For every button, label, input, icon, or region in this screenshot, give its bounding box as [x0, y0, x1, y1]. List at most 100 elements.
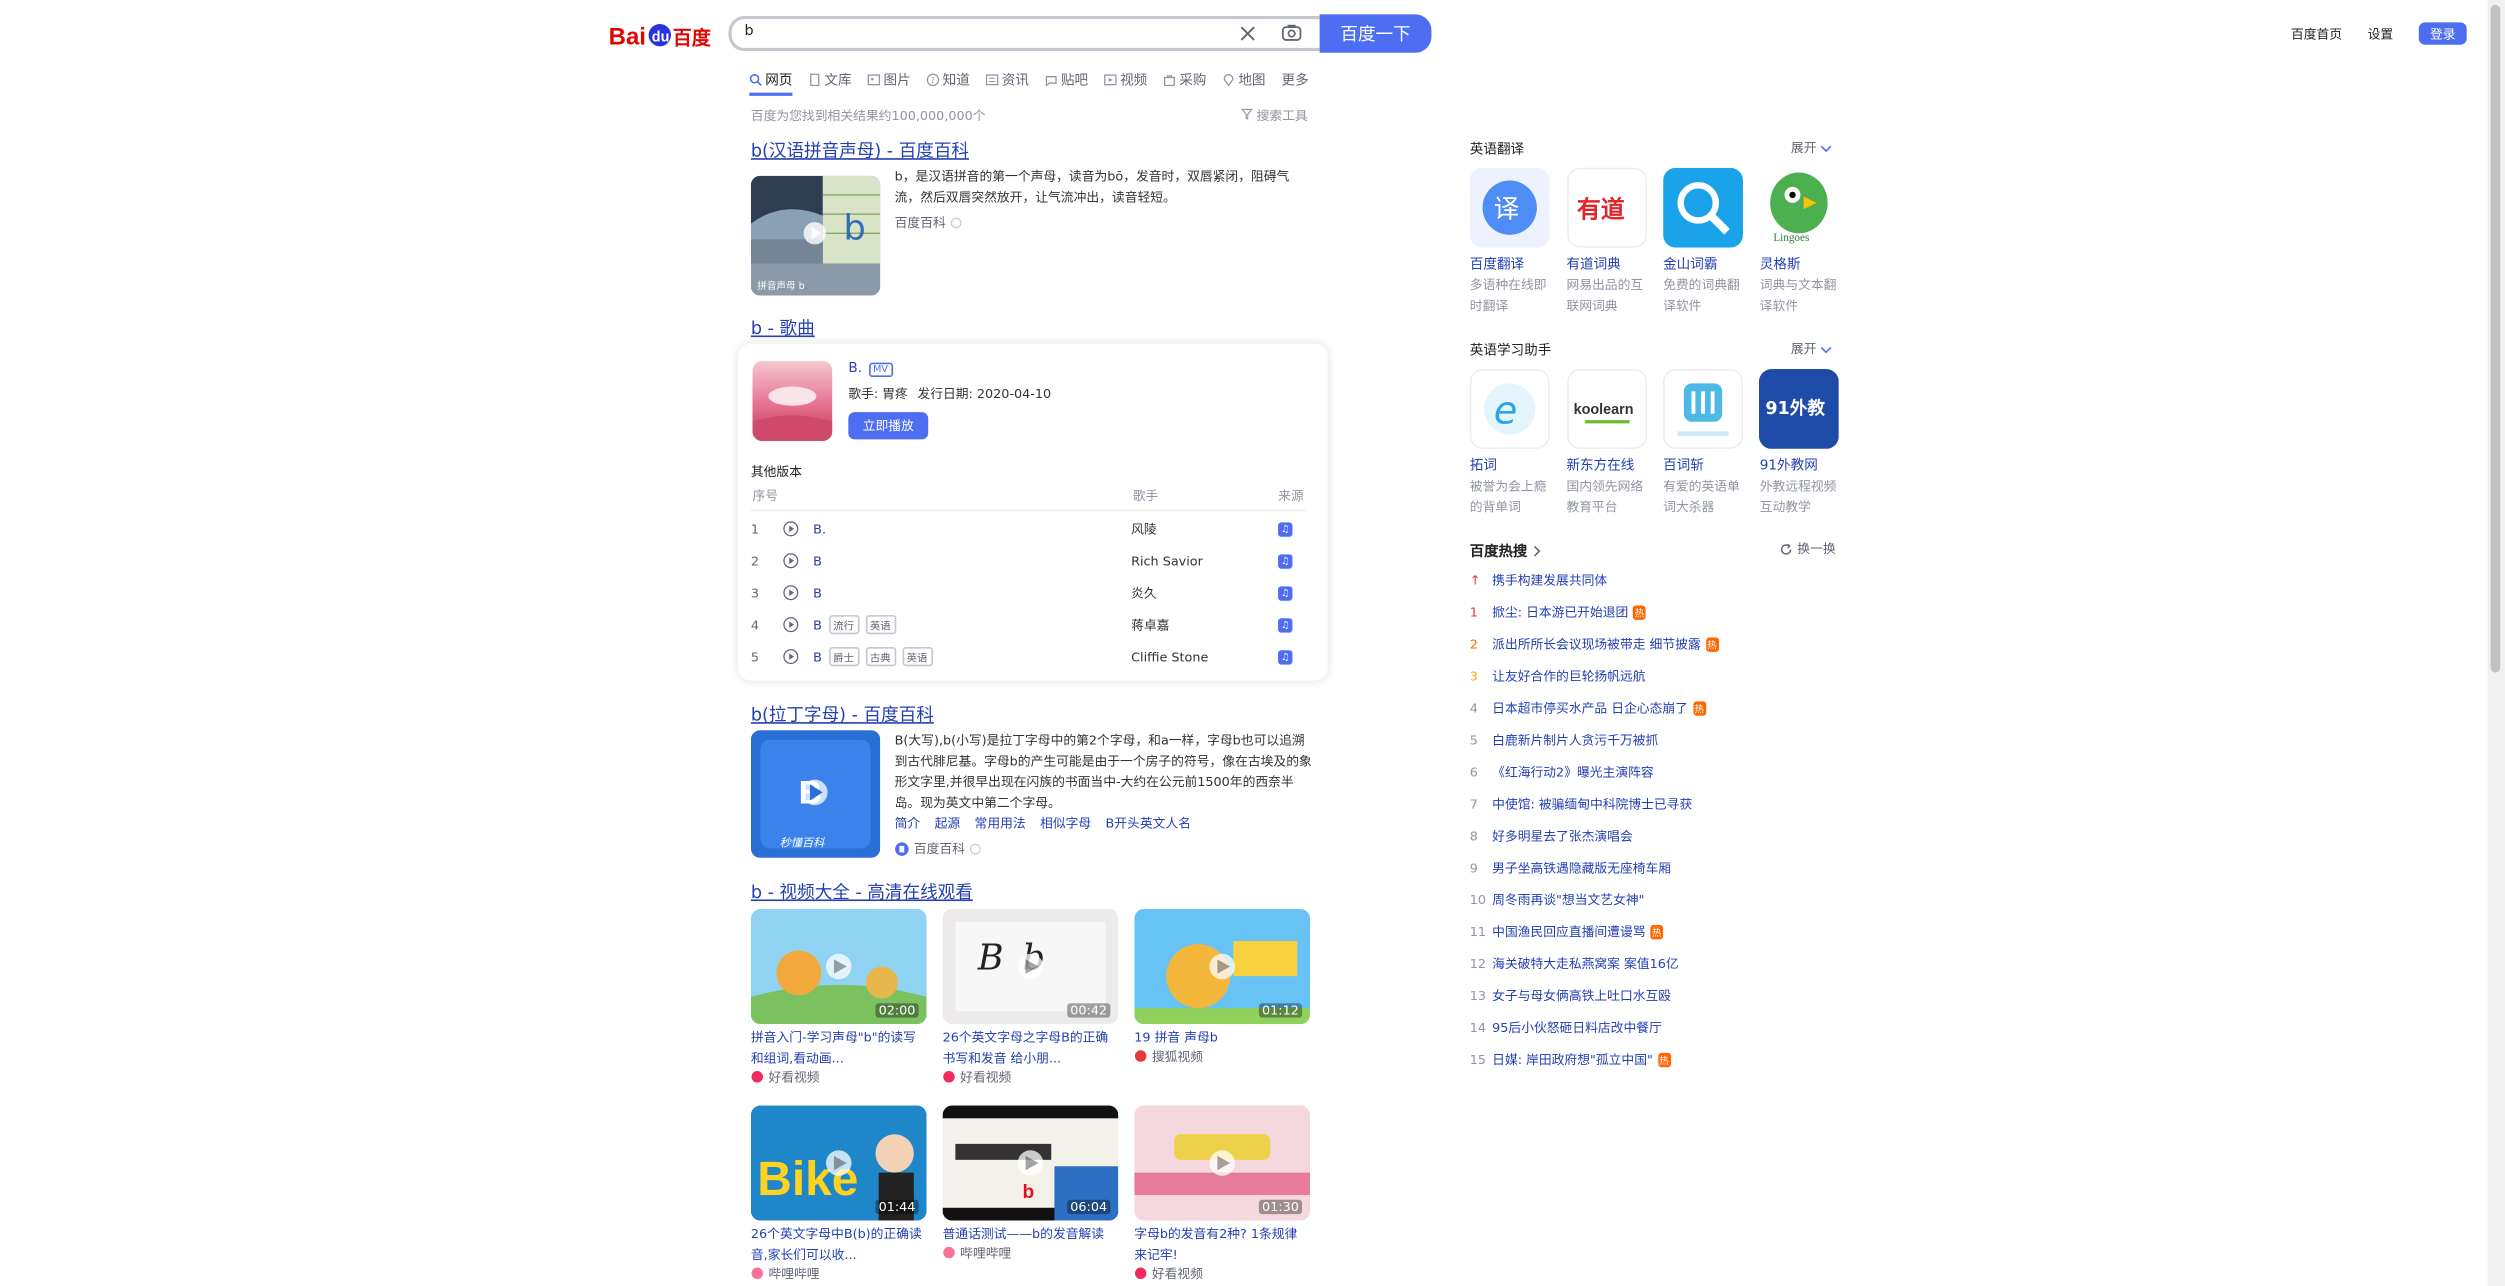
hot-title[interactable]: 携手构建发展共同体 [1492, 571, 1607, 589]
result-title[interactable]: b - 视频大全 - 高清在线观看 [751, 879, 973, 905]
hot-title[interactable]: 《红海行动2》曝光主演阵容 [1492, 763, 1654, 781]
youdao-app-icon[interactable]: 有道 [1567, 167, 1648, 248]
video-title[interactable]: 19 拼音 声母b [1134, 1027, 1310, 1048]
video-thumbnail[interactable]: Bb00:42 [942, 909, 1119, 1025]
song-name[interactable]: B [813, 554, 822, 568]
tab-news[interactable]: 资讯 [985, 67, 1029, 93]
song-name[interactable]: B [813, 617, 822, 631]
hot-title[interactable]: 让友好合作的巨轮扬帆远航 [1492, 667, 1645, 685]
app-name[interactable]: 91外教网 [1760, 455, 1818, 475]
hot-title[interactable]: 白鹿新片制片人贪污千万被抓 [1492, 731, 1658, 749]
app-name[interactable]: 金山词霸 [1663, 254, 1717, 273]
video-thumbnail[interactable]: b 06:04 [942, 1105, 1119, 1221]
song-name[interactable]: B [813, 586, 822, 600]
camera-icon[interactable] [1281, 24, 1302, 45]
play-circle-icon[interactable] [783, 585, 813, 601]
tuoci-app-icon[interactable]: e [1469, 369, 1550, 449]
hot-title[interactable]: 日本超市停买水产品 日企心态崩了 [1492, 699, 1688, 717]
home-link[interactable]: 百度首页 [2291, 26, 2342, 44]
song-row[interactable]: 5 B 爵士 古典 英语 Cliffie Stone ♫ [751, 641, 1307, 673]
hot-title[interactable]: 好多明星去了张杰演唱会 [1492, 827, 1633, 845]
baicizhan-app-icon[interactable] [1663, 369, 1743, 449]
video-title[interactable]: 字母b的发音有2种? 1条规律来记牢! [1134, 1224, 1310, 1266]
hot-search-item[interactable]: ↑ 携手构建发展共同体 [1470, 564, 1853, 596]
search-button[interactable]: 百度一下 [1319, 14, 1432, 53]
video-thumbnail[interactable]: Bike 01:44 [750, 1105, 927, 1221]
row-singer[interactable]: 炎久 [1131, 584, 1278, 602]
search-tools-button[interactable]: 搜索工具 [1240, 107, 1308, 125]
jinshan-ciba-app-icon[interactable] [1663, 167, 1743, 248]
pinyin-thumbnail[interactable]: b 拼音声母 b [750, 175, 881, 296]
video-title[interactable]: 普通话测试——b的发音解读 [943, 1224, 1119, 1245]
hot-search-item[interactable]: 15 日媒: 岸田政府想"孤立中国" 热 [1470, 1043, 1853, 1075]
play-circle-icon[interactable] [783, 521, 813, 537]
video-card[interactable]: Bike 01:44 26个英文字母中B(b)的正确读音,家长们可以收... 哔哩哔哩 [750, 1105, 927, 1283]
song-row[interactable]: 3 B 炎久 ♫ [751, 577, 1307, 609]
search-input[interactable]: b [744, 24, 753, 40]
hot-search-title[interactable]: 百度热搜 [1470, 540, 1542, 561]
hot-search-item[interactable]: 5 白鹿新片制片人贪污千万被抓 [1470, 724, 1853, 756]
koolearn-app-icon[interactable]: koolearn [1567, 369, 1648, 449]
hot-search-item[interactable]: 2 派出所所长会议现场被带走 细节披露热 [1470, 628, 1853, 660]
video-thumbnail[interactable]: 01:30 [1134, 1105, 1311, 1221]
hot-search-item[interactable]: 9 男子坐高铁遇隐藏版无座椅车厢 [1470, 852, 1853, 884]
sublink[interactable]: B开头英文人名 [1106, 815, 1191, 833]
refresh-button[interactable]: 换一换 [1780, 540, 1836, 558]
hot-search-item[interactable]: 6 《红海行动2》曝光主演阵容 [1470, 756, 1853, 788]
hot-title[interactable]: 日媒: 岸田政府想"孤立中国" [1492, 1050, 1653, 1068]
app-name[interactable]: 灵格斯 [1760, 254, 1801, 273]
qq-music-icon[interactable]: ♫ [1278, 521, 1293, 536]
lingoes-app-icon[interactable]: Lingoes [1758, 167, 1839, 248]
hot-title[interactable]: 男子坐高铁遇隐藏版无座椅车厢 [1492, 859, 1671, 877]
video-card[interactable]: Bb00:4226个英文字母之字母B的正确书写和发音 给小朋...好看视频 [942, 909, 1119, 1086]
row-singer[interactable]: 风陵 [1131, 520, 1278, 538]
app-name[interactable]: 百词斩 [1663, 455, 1704, 475]
hot-search-item[interactable]: 4 日本超市停买水产品 日企心态崩了热 [1470, 692, 1853, 724]
video-thumbnail[interactable]: 02:00 [750, 909, 927, 1025]
hot-title[interactable]: 周冬雨再谈"想当文艺女神" [1492, 891, 1644, 909]
sublink[interactable]: 简介 [895, 815, 921, 833]
album-cover[interactable] [752, 361, 833, 441]
expand-button[interactable]: 展开 [1791, 340, 1833, 358]
play-circle-icon[interactable] [783, 553, 813, 569]
qq-music-icon[interactable]: ♫ [1278, 617, 1293, 632]
hot-search-item[interactable]: 11 中国渔民回应直播间遭谩骂热 [1470, 915, 1853, 947]
tab-more[interactable]: 更多 [1281, 67, 1308, 93]
row-singer[interactable]: Cliffie Stone [1131, 649, 1278, 663]
video-title[interactable]: 26个英文字母中B(b)的正确读音,家长们可以收... [751, 1224, 927, 1266]
tab-video[interactable]: 视频 [1104, 67, 1147, 93]
expand-button[interactable]: 展开 [1791, 139, 1833, 157]
hot-title[interactable]: 派出所所长会议现场被带走 细节披露 [1492, 635, 1701, 653]
hot-search-item[interactable]: 14 95后小伙怒砸日料店改中餐厅 [1470, 1011, 1853, 1043]
song-row[interactable]: 1 B. 风陵 ♫ [751, 513, 1307, 545]
song-title[interactable]: B. [848, 361, 862, 377]
video-card[interactable]: b 06:04 普通话测试——b的发音解读 哔哩哔哩 [942, 1105, 1119, 1263]
91waijiao-app-icon[interactable]: 91外教 [1758, 369, 1839, 449]
sublink[interactable]: 起源 [935, 815, 961, 833]
mv-badge[interactable]: MV [868, 361, 893, 377]
hot-search-item[interactable]: 12 海关破特大走私燕窝案 案值16亿 [1470, 947, 1853, 979]
search-box[interactable]: b [728, 15, 1320, 52]
hot-title[interactable]: 95后小伙怒砸日料店改中餐厅 [1492, 1018, 1662, 1036]
play-now-button[interactable]: 立即播放 [848, 412, 929, 440]
latin-b-thumbnail[interactable]: B 秒懂百科 [750, 730, 881, 858]
hot-search-item[interactable]: 1 掀尘: 日本游已开始退团热 [1470, 596, 1853, 628]
tab-map[interactable]: 地图 [1222, 67, 1266, 93]
scrollbar-thumb[interactable] [2490, 4, 2501, 673]
login-button[interactable]: 登录 [2418, 22, 2467, 45]
app-name[interactable]: 新东方在线 [1566, 455, 1634, 475]
song-row[interactable]: 4 B 流行 英语 蒋卓嘉 ♫ [751, 609, 1307, 641]
song-name[interactable]: B [813, 649, 822, 663]
tab-tieba[interactable]: 贴吧 [1045, 67, 1088, 93]
song-row[interactable]: 2 B Rich Savior ♫ [751, 545, 1307, 577]
sublink[interactable]: 相似字母 [1040, 815, 1091, 833]
hot-search-item[interactable]: 7 中使馆: 被骗缅甸中科院博士已寻获 [1470, 788, 1853, 820]
result-title[interactable]: b(拉丁字母) - 百度百科 [751, 701, 934, 727]
info-icon[interactable] [969, 843, 981, 855]
video-card[interactable]: 01:12 19 拼音 声母b 搜狐视频 [1134, 909, 1311, 1066]
video-card[interactable]: 02:00 拼音入门-学习声母"b"的读写和组词,看动画... 好看视频 [750, 909, 927, 1086]
info-icon[interactable] [950, 217, 962, 229]
clear-icon[interactable] [1240, 26, 1256, 45]
hot-search-item[interactable]: 8 好多明星去了张杰演唱会 [1470, 820, 1853, 852]
video-title[interactable]: 26个英文字母之字母B的正确书写和发音 给小朋... [943, 1027, 1119, 1069]
